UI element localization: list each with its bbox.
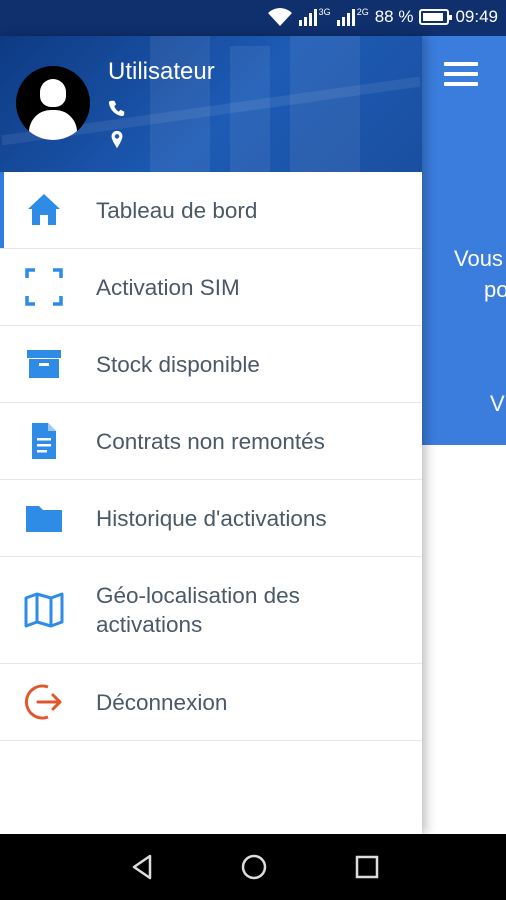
menu-item-geo-localisation[interactable]: Géo-localisation des activations: [0, 557, 422, 664]
cell-signal-icon-2: [336, 8, 355, 26]
main-text-line-3: V: [490, 391, 505, 416]
wifi-icon: [267, 8, 292, 26]
archive-box-icon: [27, 350, 61, 378]
folder-icon: [26, 506, 62, 532]
main-text-line-1: Vous: [454, 246, 503, 271]
hamburger-icon[interactable]: [444, 62, 478, 88]
menu-item-stock-disponible[interactable]: Stock disponible: [0, 326, 422, 403]
menu-item-label: Tableau de bord: [96, 197, 258, 223]
menu-item-activation-sim[interactable]: Activation SIM: [0, 249, 422, 326]
avatar[interactable]: [16, 66, 90, 140]
navigation-drawer: Utilisateur Tableau de bord Activation S…: [0, 36, 422, 834]
menu-item-label: Déconnexion: [96, 689, 228, 715]
home-icon: [28, 194, 60, 225]
menu-item-label: Historique d'activations: [96, 505, 327, 531]
menu-item-tableau-de-bord[interactable]: Tableau de bord: [0, 172, 422, 249]
battery-icon: [419, 9, 453, 25]
home-circle-icon[interactable]: [239, 852, 269, 882]
back-icon[interactable]: [128, 852, 158, 882]
menu-item-historique-activations[interactable]: Historique d'activations: [0, 480, 422, 557]
username: Utilisateur: [108, 58, 215, 85]
main-content: Vous po V: [422, 36, 506, 834]
menu-item-deconnexion[interactable]: Déconnexion: [0, 664, 422, 741]
phone-icon: [108, 100, 125, 117]
document-icon: [32, 423, 56, 459]
logout-icon: [25, 684, 62, 720]
battery-percent: 88 %: [374, 7, 414, 26]
main-header-panel: Vous po V: [422, 36, 506, 445]
menu-item-label: Activation SIM: [96, 274, 240, 300]
menu-item-label: Géo-localisation des activations: [96, 583, 300, 637]
main-text-line-2: po: [484, 277, 506, 302]
menu-item-label: Stock disponible: [96, 351, 260, 377]
cell-signal-icon: [298, 8, 317, 26]
scan-frame-icon: [25, 268, 63, 306]
network-type-2: 2G: [356, 7, 369, 17]
system-nav-bar: [0, 834, 506, 900]
status-bar: 3G 2G 88 % 09:49: [0, 0, 506, 36]
menu-item-label: Contrats non remontés: [96, 428, 325, 454]
menu-item-contrats-non-remontes[interactable]: Contrats non remontés: [0, 403, 422, 480]
recents-icon[interactable]: [352, 852, 382, 882]
network-type-1: 3G: [318, 7, 331, 17]
drawer-header: Utilisateur: [0, 36, 422, 172]
location-pin-icon: [111, 130, 123, 149]
map-icon: [24, 592, 64, 628]
clock: 09:49: [455, 7, 498, 26]
